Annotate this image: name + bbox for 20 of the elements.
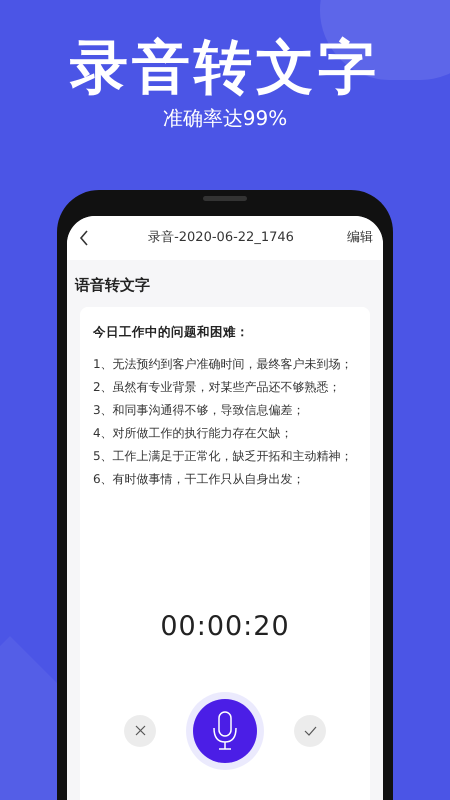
nav-title: 录音-2020-06-22_1746 [147,229,295,248]
note-line: 5、工作上满足于正常化，缺乏开拓和主动精神； [93,448,354,466]
note-line: 2、虽然有专业背景，对某些产品还不够熟悉； [93,379,342,396]
microphone-icon [212,710,238,751]
check-icon [304,726,316,736]
note-line: 6、有时做事情，干工作只从自身出发； [93,471,306,488]
timer: 00:00:20 [159,610,291,644]
phone-speaker [203,196,247,201]
note-line: 4、对所做工作的执行能力存在欠缺； [93,425,294,442]
headline: 录音转文字 [70,32,380,102]
record-button[interactable] [193,698,257,763]
note-line: 3、和同事沟通得不够，导致信息偏差； [93,402,306,420]
close-icon [134,725,146,736]
section-title: 语音转文字 [74,275,151,296]
cancel-button[interactable] [124,714,156,747]
edit-button[interactable]: 编辑 [347,228,373,248]
subtitle: 准确率达99% [162,105,288,132]
note-heading: 今日工作中的问题和困难： [93,322,250,340]
note-line: 1、无法预约到客户准确时间，最终客户未到场； [93,356,354,374]
back-icon[interactable] [79,230,89,246]
